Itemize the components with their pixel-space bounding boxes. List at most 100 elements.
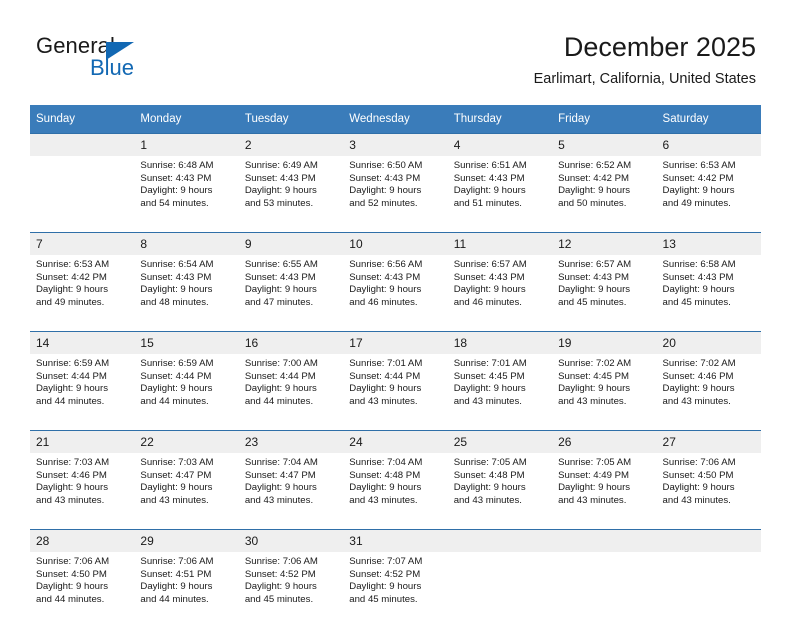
calendar-day-cell[interactable]: 3Sunrise: 6:50 AMSunset: 4:43 PMDaylight…	[343, 134, 447, 233]
day-daylight-line2-text: and 52 minutes.	[349, 198, 441, 211]
day-sunrise-text: Sunrise: 7:06 AM	[663, 457, 755, 470]
weekday-header-sunday: Sunday	[30, 105, 134, 134]
day-details: Sunrise: 6:50 AMSunset: 4:43 PMDaylight:…	[343, 156, 447, 232]
day-daylight-line2-text: and 43 minutes.	[245, 495, 337, 508]
day-number: 5	[552, 134, 656, 156]
day-daylight-line1-text: Daylight: 9 hours	[245, 581, 337, 594]
calendar-day-cell[interactable]: 5Sunrise: 6:52 AMSunset: 4:42 PMDaylight…	[552, 134, 656, 233]
calendar-day-cell[interactable]: 10Sunrise: 6:56 AMSunset: 4:43 PMDayligh…	[343, 233, 447, 332]
calendar-day-cell[interactable]: 9Sunrise: 6:55 AMSunset: 4:43 PMDaylight…	[239, 233, 343, 332]
day-sunset-text: Sunset: 4:43 PM	[454, 173, 546, 186]
calendar-day-cell[interactable]: 22Sunrise: 7:03 AMSunset: 4:47 PMDayligh…	[134, 431, 238, 530]
day-daylight-line2-text: and 46 minutes.	[349, 297, 441, 310]
day-daylight-line2-text: and 43 minutes.	[349, 495, 441, 508]
day-number: 9	[239, 233, 343, 255]
calendar-week-row: 28Sunrise: 7:06 AMSunset: 4:50 PMDayligh…	[30, 530, 761, 628]
calendar-day-cell[interactable]: 15Sunrise: 6:59 AMSunset: 4:44 PMDayligh…	[134, 332, 238, 431]
day-details	[30, 156, 134, 232]
calendar-day-cell[interactable]: 21Sunrise: 7:03 AMSunset: 4:46 PMDayligh…	[30, 431, 134, 530]
day-details: Sunrise: 6:54 AMSunset: 4:43 PMDaylight:…	[134, 255, 238, 331]
day-sunrise-text: Sunrise: 7:05 AM	[558, 457, 650, 470]
day-daylight-line2-text: and 43 minutes.	[454, 495, 546, 508]
calendar-day-cell-empty	[657, 530, 761, 628]
calendar-day-cell[interactable]: 18Sunrise: 7:01 AMSunset: 4:45 PMDayligh…	[448, 332, 552, 431]
day-daylight-line1-text: Daylight: 9 hours	[140, 383, 232, 396]
calendar-day-cell[interactable]: 8Sunrise: 6:54 AMSunset: 4:43 PMDaylight…	[134, 233, 238, 332]
day-daylight-line2-text: and 43 minutes.	[558, 495, 650, 508]
day-details: Sunrise: 6:57 AMSunset: 4:43 PMDaylight:…	[448, 255, 552, 331]
day-details: Sunrise: 7:06 AMSunset: 4:50 PMDaylight:…	[657, 453, 761, 529]
day-daylight-line2-text: and 45 minutes.	[349, 594, 441, 607]
day-daylight-line1-text: Daylight: 9 hours	[349, 185, 441, 198]
calendar-day-cell[interactable]: 31Sunrise: 7:07 AMSunset: 4:52 PMDayligh…	[343, 530, 447, 628]
day-number: 29	[134, 530, 238, 552]
day-sunrise-text: Sunrise: 7:01 AM	[349, 358, 441, 371]
day-daylight-line1-text: Daylight: 9 hours	[140, 581, 232, 594]
calendar-day-cell[interactable]: 13Sunrise: 6:58 AMSunset: 4:43 PMDayligh…	[657, 233, 761, 332]
calendar-day-cell[interactable]: 17Sunrise: 7:01 AMSunset: 4:44 PMDayligh…	[343, 332, 447, 431]
day-details: Sunrise: 7:04 AMSunset: 4:48 PMDaylight:…	[343, 453, 447, 529]
calendar-day-cell[interactable]: 26Sunrise: 7:05 AMSunset: 4:49 PMDayligh…	[552, 431, 656, 530]
calendar-day-cell[interactable]: 11Sunrise: 6:57 AMSunset: 4:43 PMDayligh…	[448, 233, 552, 332]
calendar-day-cell[interactable]: 1Sunrise: 6:48 AMSunset: 4:43 PMDaylight…	[134, 134, 238, 233]
day-daylight-line2-text: and 53 minutes.	[245, 198, 337, 211]
day-details: Sunrise: 7:03 AMSunset: 4:47 PMDaylight:…	[134, 453, 238, 529]
calendar-day-cell[interactable]: 7Sunrise: 6:53 AMSunset: 4:42 PMDaylight…	[30, 233, 134, 332]
calendar-day-cell[interactable]: 16Sunrise: 7:00 AMSunset: 4:44 PMDayligh…	[239, 332, 343, 431]
calendar-day-cell[interactable]: 24Sunrise: 7:04 AMSunset: 4:48 PMDayligh…	[343, 431, 447, 530]
day-daylight-line1-text: Daylight: 9 hours	[140, 185, 232, 198]
day-daylight-line2-text: and 47 minutes.	[245, 297, 337, 310]
day-number: 20	[657, 332, 761, 354]
page-header: General Blue December 2025 Earlimart, Ca…	[0, 0, 792, 104]
day-sunrise-text: Sunrise: 7:06 AM	[245, 556, 337, 569]
calendar-day-cell[interactable]: 25Sunrise: 7:05 AMSunset: 4:48 PMDayligh…	[448, 431, 552, 530]
day-details: Sunrise: 6:53 AMSunset: 4:42 PMDaylight:…	[30, 255, 134, 331]
calendar-day-cell[interactable]: 29Sunrise: 7:06 AMSunset: 4:51 PMDayligh…	[134, 530, 238, 628]
day-daylight-line2-text: and 49 minutes.	[36, 297, 128, 310]
day-sunset-text: Sunset: 4:45 PM	[558, 371, 650, 384]
day-number: 27	[657, 431, 761, 453]
weekday-header-wednesday: Wednesday	[343, 105, 447, 134]
calendar-day-cell[interactable]: 23Sunrise: 7:04 AMSunset: 4:47 PMDayligh…	[239, 431, 343, 530]
calendar-day-cell[interactable]: 27Sunrise: 7:06 AMSunset: 4:50 PMDayligh…	[657, 431, 761, 530]
weekday-header-saturday: Saturday	[657, 105, 761, 134]
day-sunrise-text: Sunrise: 6:53 AM	[663, 160, 755, 173]
day-sunset-text: Sunset: 4:44 PM	[245, 371, 337, 384]
day-daylight-line2-text: and 43 minutes.	[454, 396, 546, 409]
calendar-day-cell[interactable]: 30Sunrise: 7:06 AMSunset: 4:52 PMDayligh…	[239, 530, 343, 628]
calendar-day-cell[interactable]: 14Sunrise: 6:59 AMSunset: 4:44 PMDayligh…	[30, 332, 134, 431]
day-sunset-text: Sunset: 4:51 PM	[140, 569, 232, 582]
calendar-day-cell[interactable]: 19Sunrise: 7:02 AMSunset: 4:45 PMDayligh…	[552, 332, 656, 431]
day-sunset-text: Sunset: 4:43 PM	[663, 272, 755, 285]
day-number: 1	[134, 134, 238, 156]
brand-logo[interactable]: General Blue	[36, 33, 256, 89]
day-sunrise-text: Sunrise: 6:48 AM	[140, 160, 232, 173]
calendar-day-cell[interactable]: 6Sunrise: 6:53 AMSunset: 4:42 PMDaylight…	[657, 134, 761, 233]
day-daylight-line2-text: and 43 minutes.	[36, 495, 128, 508]
day-details: Sunrise: 6:59 AMSunset: 4:44 PMDaylight:…	[30, 354, 134, 430]
page-subtitle: Earlimart, California, United States	[534, 70, 756, 88]
day-sunrise-text: Sunrise: 6:53 AM	[36, 259, 128, 272]
day-sunrise-text: Sunrise: 6:59 AM	[36, 358, 128, 371]
page-title: December 2025	[534, 30, 756, 64]
day-sunrise-text: Sunrise: 6:58 AM	[663, 259, 755, 272]
day-sunrise-text: Sunrise: 6:49 AM	[245, 160, 337, 173]
day-details: Sunrise: 6:58 AMSunset: 4:43 PMDaylight:…	[657, 255, 761, 331]
day-sunset-text: Sunset: 4:49 PM	[558, 470, 650, 483]
day-number: 17	[343, 332, 447, 354]
day-number: 6	[657, 134, 761, 156]
calendar-day-cell[interactable]: 2Sunrise: 6:49 AMSunset: 4:43 PMDaylight…	[239, 134, 343, 233]
calendar-day-cell[interactable]: 4Sunrise: 6:51 AMSunset: 4:43 PMDaylight…	[448, 134, 552, 233]
day-daylight-line1-text: Daylight: 9 hours	[454, 482, 546, 495]
day-daylight-line2-text: and 44 minutes.	[36, 396, 128, 409]
day-number: 10	[343, 233, 447, 255]
day-details	[448, 552, 552, 628]
calendar-header-row: Sunday Monday Tuesday Wednesday Thursday…	[30, 105, 761, 134]
calendar-day-cell[interactable]: 28Sunrise: 7:06 AMSunset: 4:50 PMDayligh…	[30, 530, 134, 628]
day-sunset-text: Sunset: 4:43 PM	[245, 173, 337, 186]
day-details: Sunrise: 7:01 AMSunset: 4:45 PMDaylight:…	[448, 354, 552, 430]
calendar-day-cell[interactable]: 12Sunrise: 6:57 AMSunset: 4:43 PMDayligh…	[552, 233, 656, 332]
calendar-day-cell[interactable]: 20Sunrise: 7:02 AMSunset: 4:46 PMDayligh…	[657, 332, 761, 431]
weekday-header-thursday: Thursday	[448, 105, 552, 134]
day-number: 2	[239, 134, 343, 156]
